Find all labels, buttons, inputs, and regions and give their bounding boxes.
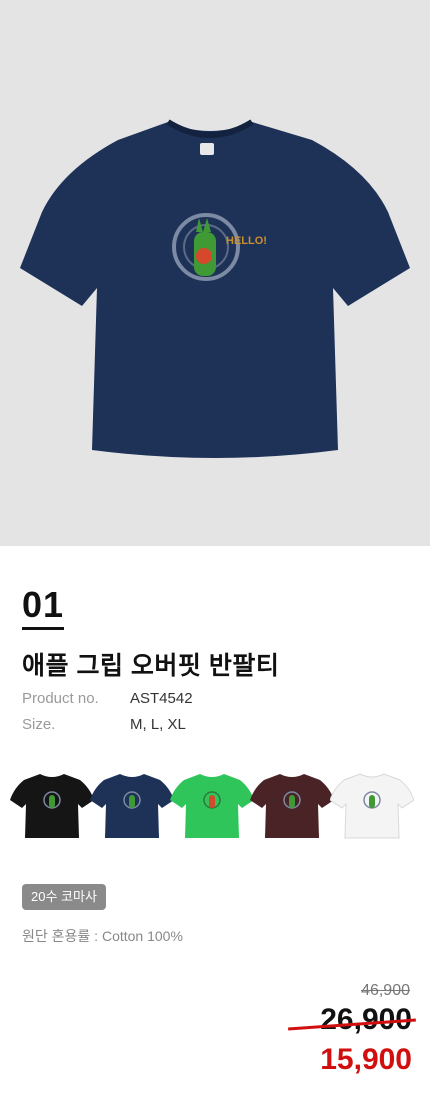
sale-price: 15,900 — [320, 1043, 412, 1076]
swatch-brown[interactable] — [250, 768, 334, 840]
product-number: 01 — [22, 584, 65, 625]
swatch-navy[interactable] — [90, 768, 174, 840]
tshirt-body — [20, 122, 410, 458]
product-name: 애플 그립 오버핏 반팔티 — [22, 652, 280, 680]
tshirt-tag — [200, 143, 214, 155]
swatch-white[interactable] — [330, 768, 414, 840]
fabric-composition: 원단 혼용률 : Cotton 100% — [22, 928, 183, 944]
spec-value-size: M, L, XL — [130, 716, 186, 733]
original-price: 46,900 — [361, 982, 410, 999]
tshirt-illustration: HELLO! — [20, 119, 410, 458]
product-number-underline — [22, 627, 64, 630]
yarn-badge: 20수 코마사 — [22, 884, 106, 910]
swatch-green[interactable] — [170, 768, 254, 840]
graphic-text: HELLO! — [226, 235, 267, 247]
swatch-black[interactable] — [10, 768, 94, 840]
spec-value-product-no: AST4542 — [130, 690, 193, 707]
color-swatches — [10, 768, 420, 840]
spec-label-size: Size. — [22, 716, 56, 733]
spec-label-product-no: Product no. — [22, 690, 99, 707]
product-hero-image: HELLO! — [0, 0, 430, 546]
